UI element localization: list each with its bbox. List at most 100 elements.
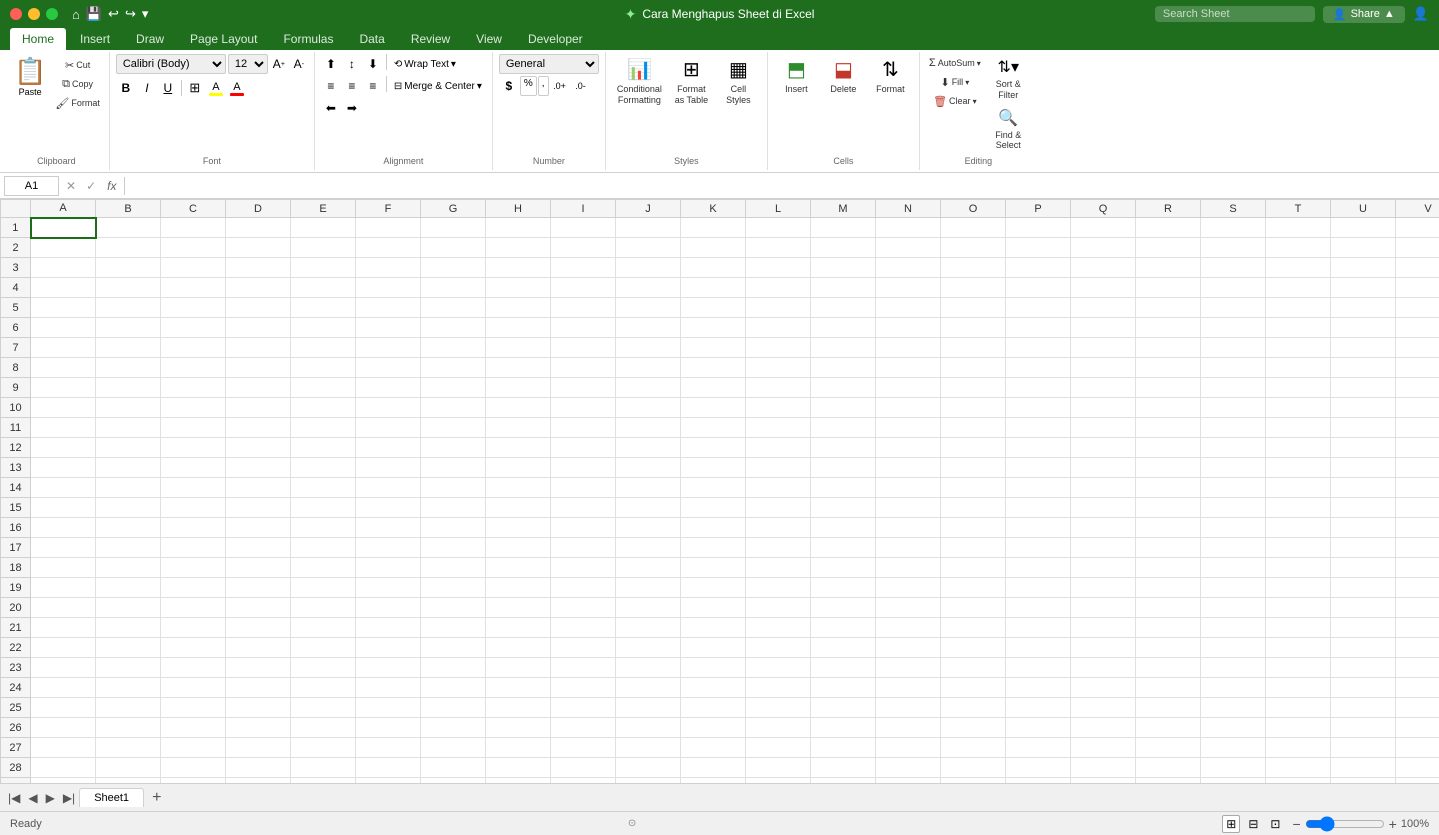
- cell-H5[interactable]: [486, 298, 551, 318]
- decrease-font-button[interactable]: A-: [290, 55, 308, 73]
- cell-U20[interactable]: [1331, 598, 1396, 618]
- cell-G8[interactable]: [421, 358, 486, 378]
- cell-A8[interactable]: [31, 358, 96, 378]
- cell-H3[interactable]: [486, 258, 551, 278]
- cell-J23[interactable]: [616, 658, 681, 678]
- cell-J16[interactable]: [616, 518, 681, 538]
- sheet-nav-last[interactable]: ▶|: [59, 789, 79, 807]
- cell-R16[interactable]: [1136, 518, 1201, 538]
- merge-center-button[interactable]: ⊟ Merge & Center ▾: [390, 76, 486, 96]
- cell-L6[interactable]: [746, 318, 811, 338]
- cell-I21[interactable]: [551, 618, 616, 638]
- normal-view-button[interactable]: ⊞: [1222, 815, 1240, 833]
- cell-N25[interactable]: [876, 698, 941, 718]
- cell-K3[interactable]: [681, 258, 746, 278]
- cell-U8[interactable]: [1331, 358, 1396, 378]
- cell-P1[interactable]: [1006, 218, 1071, 238]
- cell-R14[interactable]: [1136, 478, 1201, 498]
- traffic-light-yellow[interactable]: [28, 8, 40, 20]
- cell-L17[interactable]: [746, 538, 811, 558]
- cell-D6[interactable]: [226, 318, 291, 338]
- cell-T15[interactable]: [1266, 498, 1331, 518]
- cell-B19[interactable]: [96, 578, 161, 598]
- cell-P14[interactable]: [1006, 478, 1071, 498]
- cell-K1[interactable]: [681, 218, 746, 238]
- confirm-formula-btn[interactable]: ✓: [83, 177, 99, 195]
- cell-F16[interactable]: [356, 518, 421, 538]
- cell-I17[interactable]: [551, 538, 616, 558]
- cell-A21[interactable]: [31, 618, 96, 638]
- cell-S13[interactable]: [1201, 458, 1266, 478]
- format-button[interactable]: ⇅ Format: [868, 54, 913, 98]
- cell-K10[interactable]: [681, 398, 746, 418]
- cell-T20[interactable]: [1266, 598, 1331, 618]
- cell-B13[interactable]: [96, 458, 161, 478]
- cell-B2[interactable]: [96, 238, 161, 258]
- cell-B8[interactable]: [96, 358, 161, 378]
- cell-H14[interactable]: [486, 478, 551, 498]
- cell-M29[interactable]: [811, 778, 876, 784]
- cell-Q11[interactable]: [1071, 418, 1136, 438]
- cell-G2[interactable]: [421, 238, 486, 258]
- cell-O10[interactable]: [941, 398, 1006, 418]
- cell-B10[interactable]: [96, 398, 161, 418]
- cell-E5[interactable]: [291, 298, 356, 318]
- cell-D7[interactable]: [226, 338, 291, 358]
- cell-U12[interactable]: [1331, 438, 1396, 458]
- tab-formulas[interactable]: Formulas: [271, 28, 345, 50]
- cell-V15[interactable]: [1396, 498, 1439, 518]
- cell-V6[interactable]: [1396, 318, 1439, 338]
- cell-I6[interactable]: [551, 318, 616, 338]
- cancel-formula-btn[interactable]: ✕: [63, 177, 79, 195]
- cell-B28[interactable]: [96, 758, 161, 778]
- cell-N15[interactable]: [876, 498, 941, 518]
- cell-V11[interactable]: [1396, 418, 1439, 438]
- cell-K17[interactable]: [681, 538, 746, 558]
- cell-K9[interactable]: [681, 378, 746, 398]
- cell-Q12[interactable]: [1071, 438, 1136, 458]
- cell-V13[interactable]: [1396, 458, 1439, 478]
- cell-I14[interactable]: [551, 478, 616, 498]
- cell-M2[interactable]: [811, 238, 876, 258]
- cell-T4[interactable]: [1266, 278, 1331, 298]
- home-btn[interactable]: ⌂: [72, 7, 80, 22]
- comma-button[interactable]: ,: [538, 76, 549, 96]
- cell-R4[interactable]: [1136, 278, 1201, 298]
- cell-K18[interactable]: [681, 558, 746, 578]
- cell-G1[interactable]: [421, 218, 486, 238]
- cell-E15[interactable]: [291, 498, 356, 518]
- cell-L2[interactable]: [746, 238, 811, 258]
- cell-A20[interactable]: [31, 598, 96, 618]
- cell-R10[interactable]: [1136, 398, 1201, 418]
- cell-P23[interactable]: [1006, 658, 1071, 678]
- cell-H29[interactable]: [486, 778, 551, 784]
- cell-V2[interactable]: [1396, 238, 1439, 258]
- cell-P4[interactable]: [1006, 278, 1071, 298]
- cell-O22[interactable]: [941, 638, 1006, 658]
- cell-R5[interactable]: [1136, 298, 1201, 318]
- cell-F20[interactable]: [356, 598, 421, 618]
- cell-I16[interactable]: [551, 518, 616, 538]
- cell-E29[interactable]: [291, 778, 356, 784]
- cell-B17[interactable]: [96, 538, 161, 558]
- cell-N16[interactable]: [876, 518, 941, 538]
- cell-M22[interactable]: [811, 638, 876, 658]
- cell-U28[interactable]: [1331, 758, 1396, 778]
- cell-M10[interactable]: [811, 398, 876, 418]
- tab-page-layout[interactable]: Page Layout: [178, 28, 269, 50]
- cell-U2[interactable]: [1331, 238, 1396, 258]
- cell-Q5[interactable]: [1071, 298, 1136, 318]
- cell-J28[interactable]: [616, 758, 681, 778]
- cell-J12[interactable]: [616, 438, 681, 458]
- cell-I26[interactable]: [551, 718, 616, 738]
- cell-B25[interactable]: [96, 698, 161, 718]
- cell-B20[interactable]: [96, 598, 161, 618]
- cell-G18[interactable]: [421, 558, 486, 578]
- cell-D16[interactable]: [226, 518, 291, 538]
- increase-font-button[interactable]: A+: [270, 55, 288, 73]
- cell-D13[interactable]: [226, 458, 291, 478]
- cell-J5[interactable]: [616, 298, 681, 318]
- cell-D8[interactable]: [226, 358, 291, 378]
- cell-P18[interactable]: [1006, 558, 1071, 578]
- cell-S3[interactable]: [1201, 258, 1266, 278]
